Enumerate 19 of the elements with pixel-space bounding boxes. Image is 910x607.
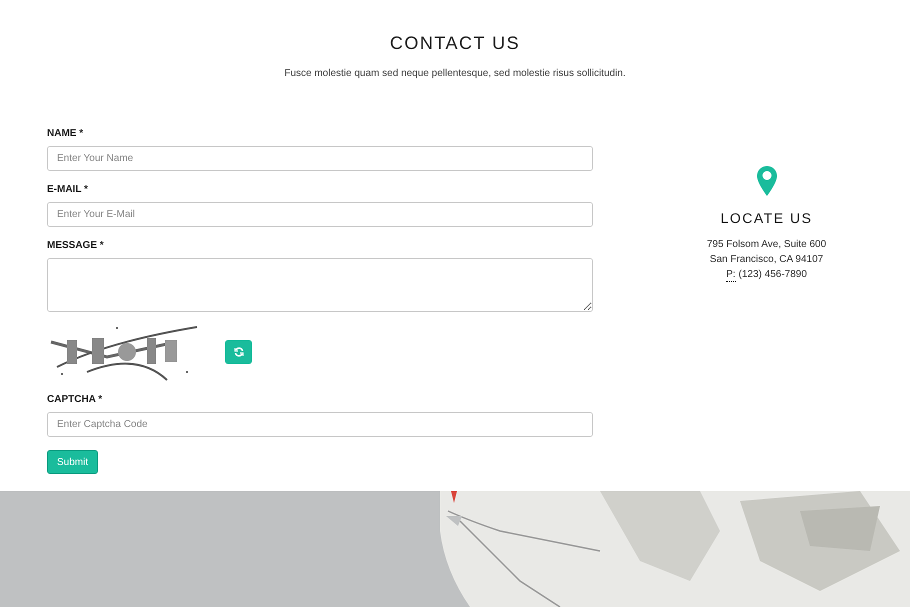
address-line: San Francisco, CA 94107: [710, 253, 824, 267]
phone-number: (123) 456-7890: [738, 268, 807, 282]
locate-title: LOCATE US: [720, 210, 812, 226]
field-label: E-MAIL *: [47, 184, 89, 196]
refresh-button[interactable]: [225, 340, 252, 364]
submit-button[interactable]: Submit: [47, 450, 98, 474]
field-label: CAPTCHA *: [47, 394, 104, 406]
input-field[interactable]: Enter Your E-Mail: [47, 202, 593, 227]
refresh-icon: [234, 347, 244, 357]
phone-label: P:: [726, 269, 736, 282]
message-field[interactable]: [47, 258, 593, 312]
input-field[interactable]: Enter Captcha Code: [47, 412, 593, 437]
field-label: NAME *: [47, 128, 84, 140]
field-label: MESSAGE *: [47, 240, 105, 252]
input-field[interactable]: Enter Your Name: [47, 146, 593, 171]
map-pin-icon: [756, 166, 776, 196]
page-title: CONTACT US: [390, 32, 520, 54]
page-subtitle: Fusce molestie quam sed neque pellentesque, sed molestie risus sollicitudin.: [284, 67, 626, 80]
address-line: 795 Folsom Ave, Suite 600: [706, 238, 826, 252]
